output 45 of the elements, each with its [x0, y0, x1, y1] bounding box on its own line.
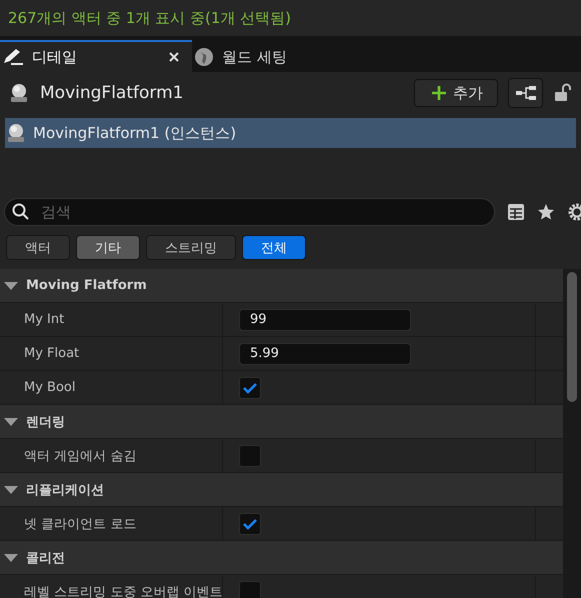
- checkbox[interactable]: [239, 444, 261, 466]
- component-row[interactable]: MovingFlatform1 (인스턴스): [5, 118, 576, 148]
- filter-button[interactable]: 기타: [76, 235, 140, 260]
- filter-button[interactable]: 스트리밍: [146, 235, 236, 260]
- value-field[interactable]: 99: [239, 308, 411, 330]
- caret-icon: [4, 484, 18, 494]
- value-field[interactable]: 5.99: [239, 342, 411, 364]
- property-name: My Int: [24, 312, 64, 327]
- search-field[interactable]: 검색: [4, 198, 495, 226]
- unlock-icon[interactable]: [553, 83, 573, 103]
- caret-icon: [4, 280, 18, 290]
- checkbox[interactable]: [239, 376, 261, 398]
- status-text: 267개의 액터 중 1개 표시 중(1개 선택됨): [8, 8, 292, 28]
- checkbox[interactable]: [239, 512, 261, 534]
- globe-icon: [194, 47, 214, 67]
- section-header[interactable]: 콜리전: [0, 541, 563, 575]
- search-icon: [12, 203, 30, 221]
- actor-name: MovingFlatform1: [40, 83, 184, 103]
- checkbox[interactable]: [239, 580, 261, 598]
- hierarchy-icon: [516, 86, 536, 100]
- tab[interactable]: 월드 세팅: [192, 40, 299, 72]
- property-name: My Bool: [24, 380, 76, 395]
- property-name: 넷 클라이언트 로드: [24, 516, 136, 532]
- add-button[interactable]: 추가: [414, 79, 498, 107]
- property-name: 레벨 스트리밍 도중 오버랩 이벤트: [24, 584, 223, 598]
- property-name: 액터 게임에서 숨김: [24, 448, 136, 464]
- scrollbar-thumb[interactable]: [567, 272, 577, 402]
- close-icon: [168, 51, 180, 63]
- actor-icon: [5, 122, 27, 144]
- table-icon[interactable]: [507, 203, 525, 221]
- pencil-icon: [2, 47, 24, 67]
- tab[interactable]: 디테일: [0, 40, 192, 72]
- plus-icon: [431, 85, 447, 101]
- actor-icon: [8, 82, 30, 104]
- hierarchy-button[interactable]: [508, 78, 543, 108]
- section-header[interactable]: Moving Flatform: [0, 269, 563, 303]
- caret-icon: [4, 416, 18, 426]
- section-header[interactable]: 렌더링: [0, 405, 563, 439]
- caret-icon: [4, 552, 18, 562]
- settings-icon[interactable]: [567, 202, 581, 222]
- filter-button[interactable]: 액터: [6, 235, 70, 260]
- section-header[interactable]: 리플리케이션: [0, 473, 563, 507]
- property-name: My Float: [24, 346, 80, 361]
- star-icon[interactable]: [537, 203, 555, 221]
- filter-button[interactable]: 전체: [242, 235, 306, 260]
